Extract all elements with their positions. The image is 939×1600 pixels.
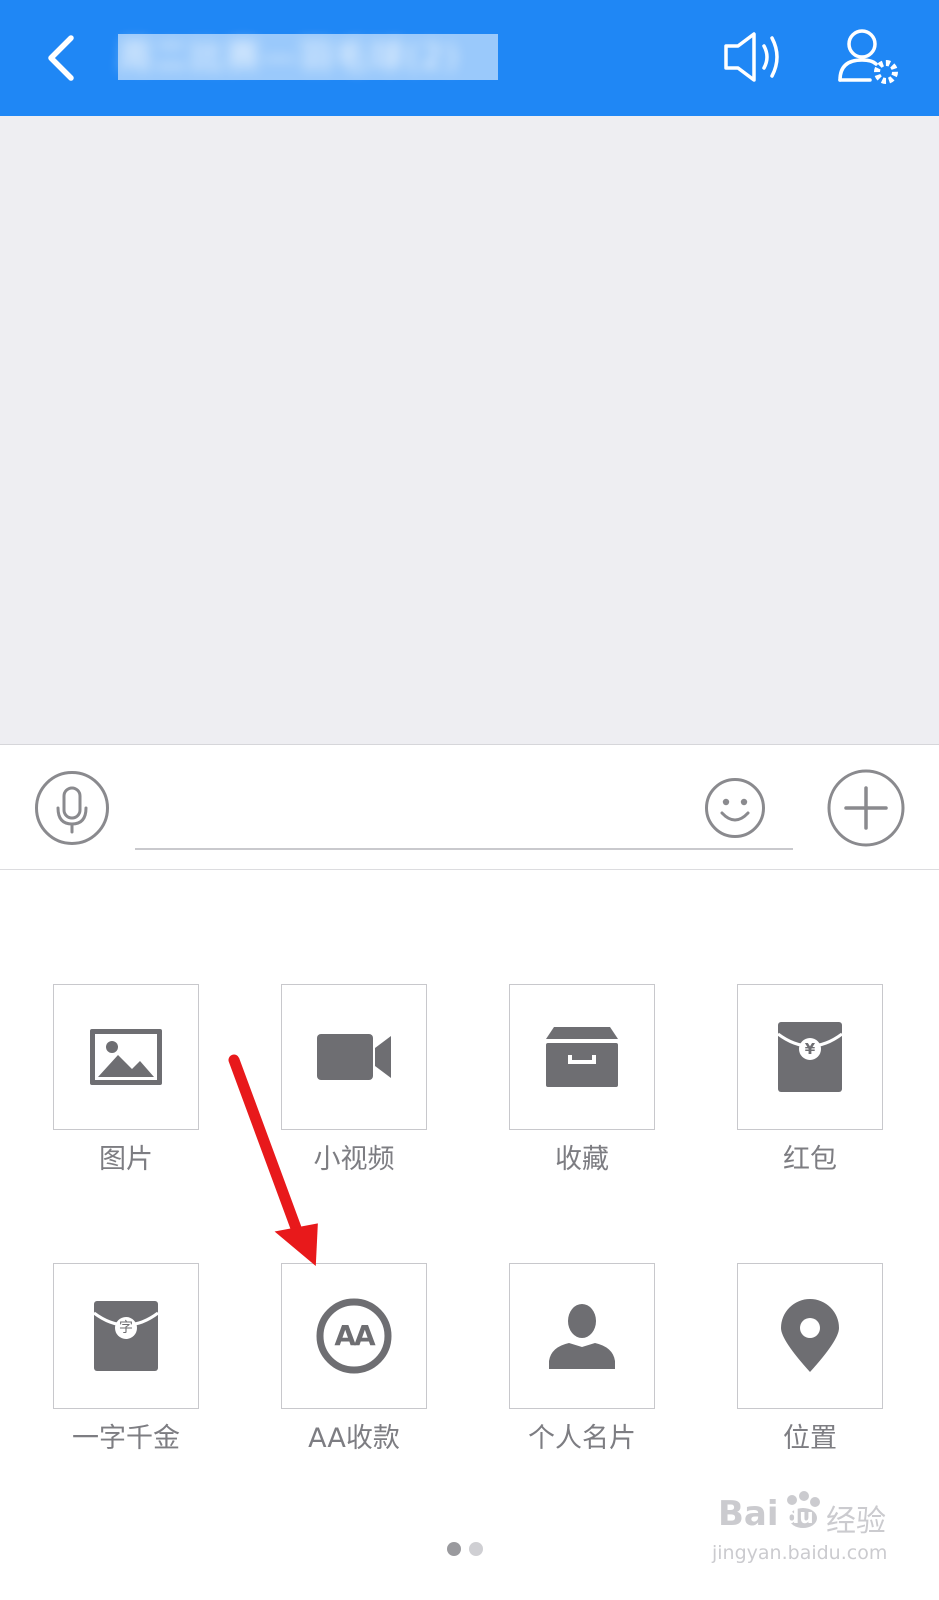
panel-item-location[interactable] — [737, 1263, 883, 1409]
aa-glyph: AA — [334, 1319, 375, 1352]
envelope-glyph: ¥ — [804, 1040, 816, 1058]
aa-payment-icon: AA — [314, 1296, 394, 1376]
microphone-icon — [35, 771, 109, 845]
smiley-icon — [705, 778, 765, 838]
panel-item-aa-payment[interactable]: AA — [281, 1263, 427, 1409]
message-input-field[interactable] — [135, 848, 793, 850]
red-envelope-icon: ¥ — [777, 1020, 843, 1094]
annotation-arrow — [220, 1050, 330, 1280]
chat-area-top — [0, 116, 939, 130]
panel-item-label: 个人名片 — [528, 1423, 636, 1454]
plus-icon — [827, 769, 905, 847]
panel-item-label: 图片 — [99, 1144, 153, 1175]
panel-item-label: 红包 — [783, 1144, 837, 1175]
speaker-icon[interactable] — [718, 26, 790, 88]
word-glyph: 字 — [119, 1320, 133, 1336]
page-indicator[interactable] — [445, 1540, 487, 1558]
panel-item-label: 一字千金 — [72, 1423, 180, 1454]
panel-item-red-envelope[interactable]: ¥ — [737, 984, 883, 1130]
image-icon — [90, 1029, 162, 1085]
person-icon — [549, 1304, 615, 1369]
chat-title: 周二比赛—羽毛球(2) — [118, 30, 518, 84]
panel-item-favorites[interactable] — [509, 984, 655, 1130]
emoji-button[interactable] — [704, 777, 766, 839]
chat-title-text: 周二比赛—羽毛球(2) — [118, 37, 461, 77]
chat-message-area[interactable] — [0, 130, 939, 744]
location-pin-icon — [781, 1299, 839, 1372]
page-dot — [469, 1542, 483, 1556]
panel-item-image[interactable] — [53, 984, 199, 1130]
group-settings-icon[interactable] — [836, 24, 902, 88]
word-envelope-icon: 字 — [93, 1299, 159, 1373]
voice-input-button[interactable] — [34, 770, 110, 846]
panel-item-business-card[interactable] — [509, 1263, 655, 1409]
back-chevron-icon[interactable] — [34, 28, 86, 88]
archive-box-icon — [546, 1027, 618, 1087]
more-options-button[interactable] — [826, 768, 906, 848]
input-bar — [0, 745, 939, 869]
panel-item-label: 收藏 — [555, 1144, 609, 1175]
panel-item-word-envelope[interactable]: 字 — [53, 1263, 199, 1409]
baidu-jingyan-watermark: Bai du 经验 jingyan.baidu.com — [712, 1490, 918, 1586]
panel-item-label: AA收款 — [308, 1423, 400, 1454]
page-dot-active — [447, 1542, 461, 1556]
panel-item-label: 位置 — [783, 1423, 837, 1454]
